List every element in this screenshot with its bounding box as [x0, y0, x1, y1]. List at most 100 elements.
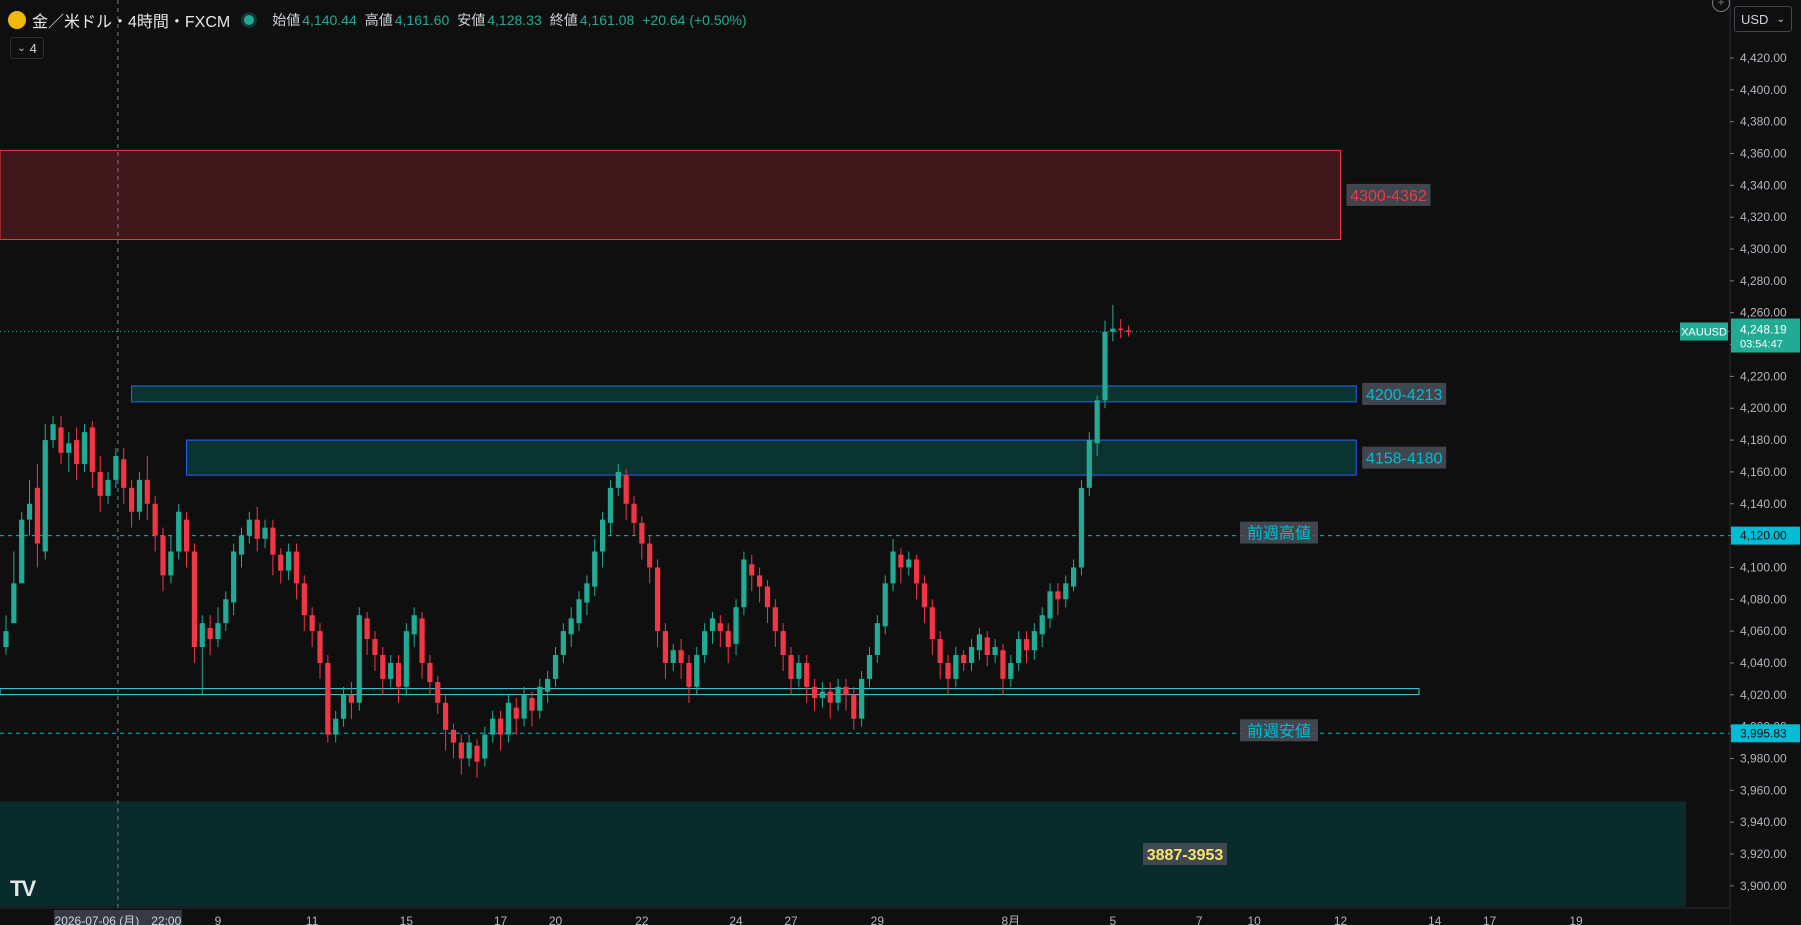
indicator-toggle-button[interactable]: ⌄ 4 [10, 37, 44, 59]
candle-body [97, 471, 103, 496]
price-tick-label: 4,280.00 [1740, 274, 1787, 288]
candle-body [859, 678, 865, 719]
candle-body [772, 607, 778, 632]
zone-label-text: 3887-3953 [1147, 847, 1224, 864]
candle-body [984, 637, 990, 655]
market-status-icon [244, 15, 255, 25]
candle-body [851, 694, 857, 719]
candle-body [953, 655, 959, 679]
candle-body [1023, 639, 1030, 651]
zone-label-text: 4300-4362 [1350, 188, 1427, 205]
candle-body [42, 440, 48, 552]
candle-body [1086, 440, 1092, 488]
symbol-name[interactable]: 金／米ドル・4時間・FXCM [32, 8, 230, 32]
candle [882, 575, 888, 635]
candle-body [129, 487, 135, 512]
zone-label: 3887-3953 [1143, 843, 1227, 865]
candle-body [811, 686, 818, 698]
currency-select[interactable]: USD ⌄ [1734, 6, 1792, 32]
price-tick-label: 4,360.00 [1740, 147, 1787, 161]
candle-body [450, 729, 457, 743]
time-tick-label: 10 [1247, 914, 1261, 925]
time-tick-label: 19 [1569, 914, 1583, 925]
time-tick-label: 20 [549, 914, 563, 925]
candle-body [497, 718, 504, 735]
price-tick-label: 4,400.00 [1740, 83, 1787, 97]
candle-body [1055, 591, 1061, 600]
low-value: 4,128.33 [487, 12, 542, 28]
candle-body [246, 519, 252, 536]
candle-body [662, 631, 668, 663]
candle-body [929, 607, 935, 640]
candle-body [615, 471, 621, 488]
close-value: 4,161.08 [579, 12, 635, 28]
low-label: 安値 [457, 12, 486, 28]
candle [191, 543, 197, 663]
price-tick-label: 4,300.00 [1740, 242, 1787, 256]
price-tick-label: 4,100.00 [1740, 560, 1787, 574]
candle [1086, 432, 1092, 496]
candle-body [725, 631, 731, 648]
candle-body [105, 479, 111, 496]
candle-body [670, 650, 676, 663]
candle-body [411, 615, 417, 635]
candle-body [144, 479, 150, 504]
price-tick-label: 4,220.00 [1740, 369, 1787, 383]
candle-body [435, 682, 441, 703]
candle-body [58, 427, 64, 453]
time-tick-label: 5 [1110, 914, 1117, 925]
candle [859, 670, 865, 727]
candle-body [678, 650, 684, 663]
candle-body [1110, 328, 1116, 332]
candle-body [168, 551, 174, 576]
candle-body [113, 456, 119, 480]
candle-body [309, 615, 315, 632]
level-tag-text: 4,120.00 [1740, 529, 1787, 543]
candle-body [835, 686, 841, 703]
candle-body [348, 694, 354, 703]
price-tick-label: 3,980.00 [1740, 751, 1787, 765]
price-tick-label: 4,420.00 [1740, 51, 1787, 65]
zone-rect [0, 149, 1341, 240]
candle-body [866, 655, 873, 679]
zone-label: 4158-4180 [1362, 446, 1447, 469]
candle-body [961, 655, 967, 663]
zone-rect [186, 439, 1357, 476]
candle-body [231, 551, 237, 603]
candle [741, 551, 747, 616]
candle-body [788, 655, 794, 679]
chevron-down-icon: ⌄ [17, 42, 26, 54]
candle-body [709, 618, 716, 632]
level-label-text: 前週高値 [1247, 525, 1311, 543]
candle-body [19, 519, 25, 584]
candle-body [1063, 583, 1069, 600]
candle-body [66, 443, 72, 453]
candle-body [223, 599, 229, 624]
candle-body [733, 607, 739, 644]
candle-body [882, 583, 888, 627]
candle-body [364, 618, 370, 640]
candle-body [545, 678, 551, 692]
candle-body [898, 554, 904, 568]
high-label: 高値 [364, 12, 393, 28]
candle-body [74, 440, 80, 464]
candle-body [183, 519, 190, 552]
price-chart[interactable]: 4300-4362 4200-4213 4158-4180 3887-3953 前週高値… [0, 0, 1801, 925]
candle-body [11, 583, 17, 624]
time-tick-label: 17 [494, 914, 508, 925]
candle-body [819, 691, 825, 698]
candle-body [976, 634, 982, 651]
candle-body [278, 554, 284, 571]
level-label: 前週安値 [1240, 719, 1318, 742]
candle-body [827, 691, 833, 703]
candle-body [254, 519, 260, 539]
candle-body [1008, 662, 1014, 679]
time-tick-label: 7 [1196, 914, 1203, 925]
price-tick-label: 4,320.00 [1740, 210, 1787, 224]
price-tick-label: 4,080.00 [1740, 592, 1787, 606]
zone-rect [131, 385, 1357, 403]
candle-body [623, 475, 629, 504]
time-tick-label: 29 [871, 914, 885, 925]
candle-body [600, 519, 606, 552]
candle-body [270, 527, 276, 555]
